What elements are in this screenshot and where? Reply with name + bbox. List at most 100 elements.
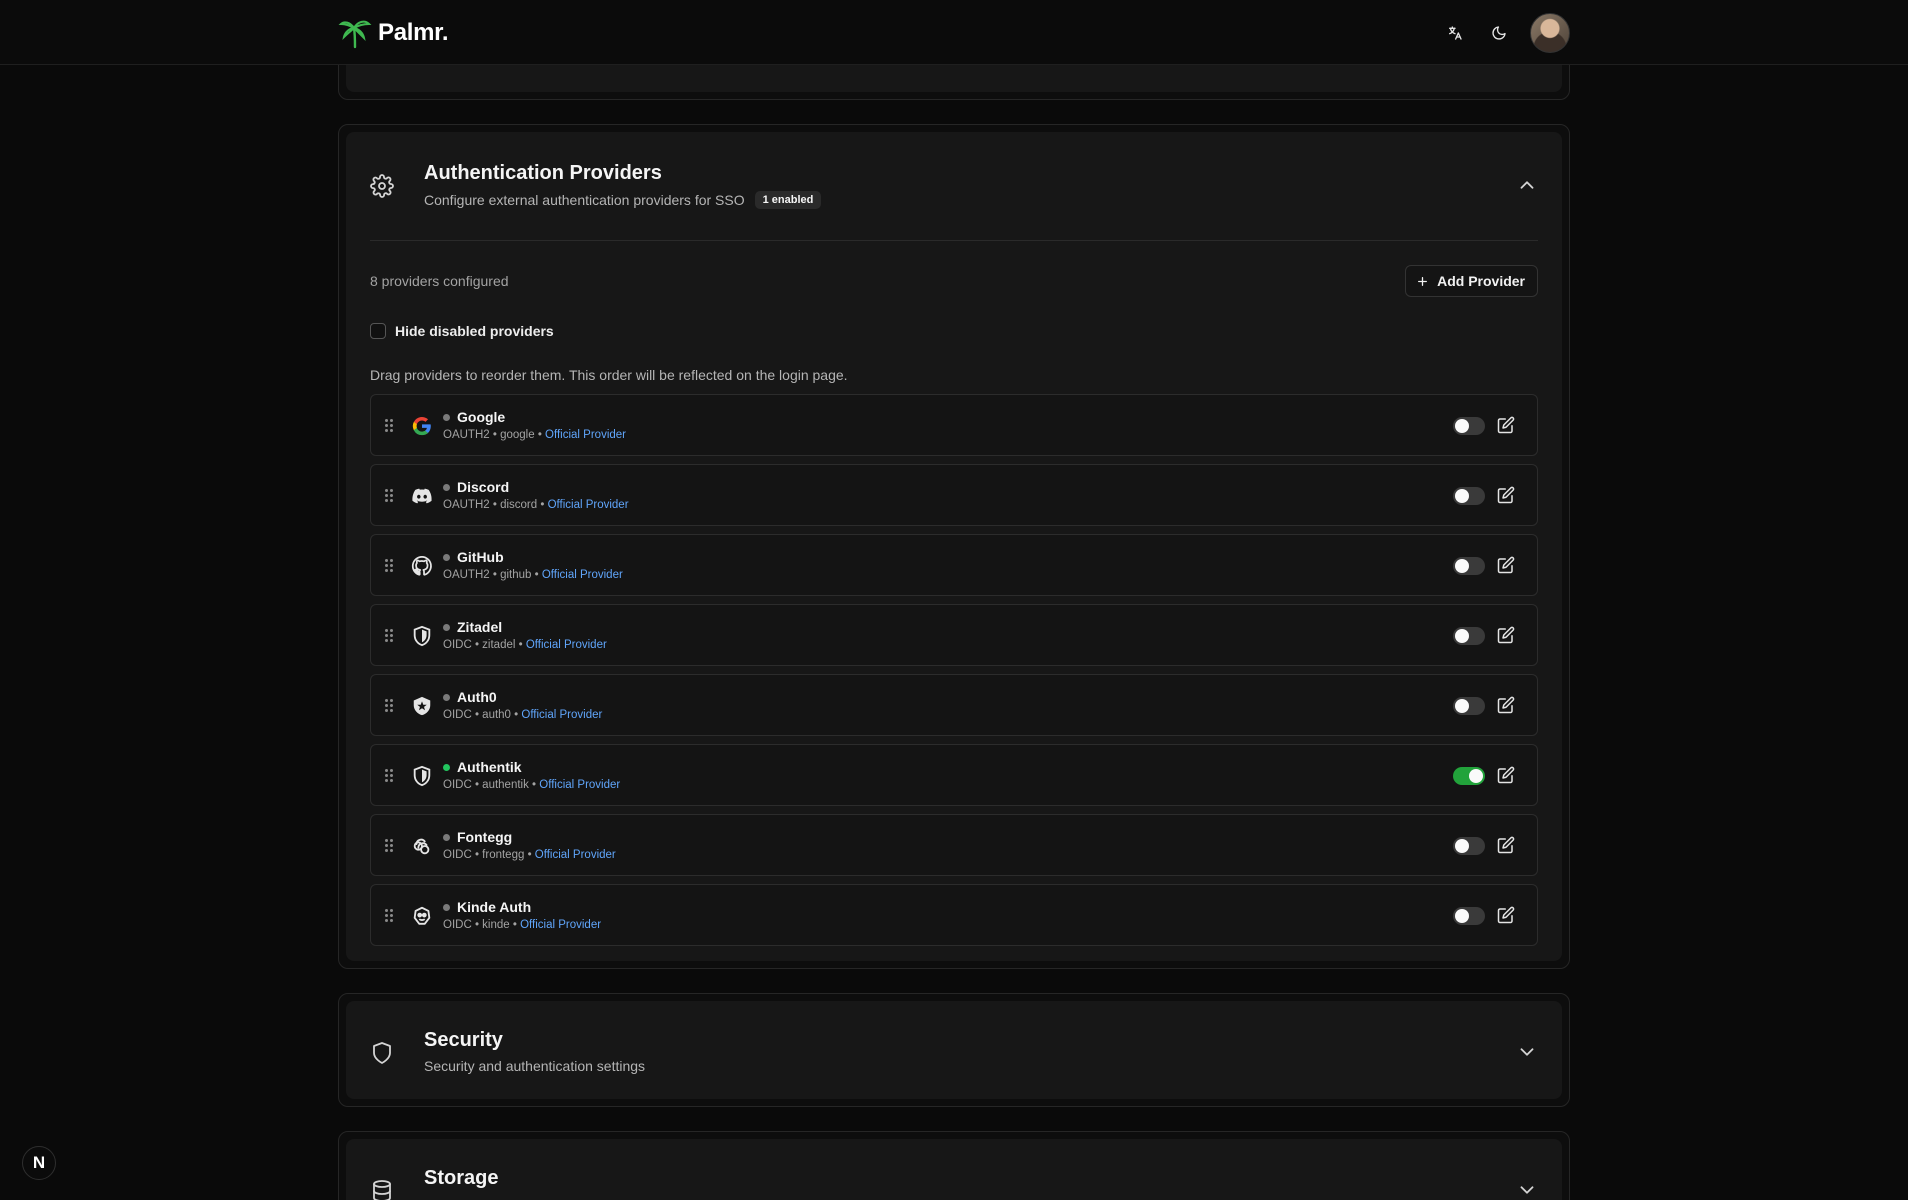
edit-provider-button[interactable] (1497, 556, 1515, 574)
edit-icon (1497, 486, 1515, 504)
provider-meta: OIDC • zitadel • Official Provider (443, 639, 607, 651)
edit-icon (1497, 766, 1515, 784)
gear-icon (370, 174, 394, 198)
provider-slug: google (500, 429, 535, 441)
provider-meta: OAUTH2 • discord • Official Provider (443, 499, 629, 511)
drag-handle-icon[interactable] (385, 487, 395, 505)
security-card-header[interactable]: Security Security and authentication set… (370, 1029, 1538, 1079)
translate-icon (1449, 25, 1462, 40)
app-logo[interactable]: Palmr. (338, 16, 449, 50)
status-dot (443, 413, 450, 421)
add-provider-button[interactable]: Add Provider (1405, 265, 1538, 297)
provider-enable-toggle[interactable] (1453, 697, 1485, 715)
provider-enable-toggle[interactable] (1453, 557, 1485, 575)
user-avatar[interactable] (1530, 12, 1570, 53)
edit-provider-button[interactable] (1497, 486, 1515, 504)
official-provider-link[interactable]: Official Provider (535, 849, 616, 861)
provider-row-frontegg[interactable]: Fontegg OIDC • frontegg • Official Provi… (370, 814, 1538, 876)
official-provider-link[interactable]: Official Provider (542, 569, 623, 581)
provider-slug: github (500, 569, 532, 581)
official-provider-link[interactable]: Official Provider (521, 709, 602, 721)
moon-icon (1492, 25, 1506, 40)
toggle-knob (1455, 909, 1469, 923)
hide-disabled-row: Hide disabled providers (370, 323, 554, 339)
toggle-knob (1455, 419, 1469, 433)
drag-handle-icon[interactable] (385, 837, 395, 855)
drag-handle-icon[interactable] (385, 417, 395, 435)
provider-slug: discord (500, 499, 538, 511)
provider-protocol: OIDC (443, 709, 472, 721)
auth-card-description: Configure external authentication provid… (424, 192, 745, 208)
chevron-up-icon[interactable] (1516, 174, 1538, 196)
official-provider-link[interactable]: Official Provider (545, 429, 626, 441)
hide-disabled-checkbox[interactable] (370, 323, 386, 339)
edit-provider-button[interactable] (1497, 906, 1515, 924)
auth0-icon (411, 695, 433, 717)
reorder-hint: Drag providers to reorder them. This ord… (370, 367, 848, 383)
toggle-knob (1455, 489, 1469, 503)
auth-providers-card: Authentication Providers Configure exter… (338, 124, 1570, 969)
edit-provider-button[interactable] (1497, 766, 1515, 784)
toggle-knob (1455, 699, 1469, 713)
auth-card-header[interactable]: Authentication Providers Configure exter… (370, 162, 1538, 212)
provider-enable-toggle[interactable] (1453, 487, 1485, 505)
provider-protocol: OAUTH2 (443, 499, 490, 511)
provider-name-row: Kinde Auth (443, 899, 601, 915)
drag-handle-icon[interactable] (385, 767, 395, 785)
provider-slug: auth0 (482, 709, 511, 721)
edit-provider-button[interactable] (1497, 416, 1515, 434)
provider-row-github[interactable]: GitHub OAUTH2 • github • Official Provid… (370, 534, 1538, 596)
provider-enable-toggle[interactable] (1453, 767, 1485, 785)
storage-card-heading: Storage (424, 1167, 498, 1190)
drag-handle-icon[interactable] (385, 557, 395, 575)
chevron-down-icon[interactable] (1516, 1179, 1538, 1200)
hide-disabled-label[interactable]: Hide disabled providers (395, 323, 554, 339)
provider-row-discord[interactable]: Discord OAUTH2 • discord • Official Prov… (370, 464, 1538, 526)
drag-handle-icon[interactable] (385, 697, 395, 715)
edit-provider-button[interactable] (1497, 626, 1515, 644)
edit-icon (1497, 696, 1515, 714)
language-button[interactable] (1442, 20, 1468, 46)
discord-icon (411, 485, 433, 507)
theme-toggle-button[interactable] (1486, 20, 1512, 46)
drag-handle-icon[interactable] (385, 627, 395, 645)
provider-enable-toggle[interactable] (1453, 417, 1485, 435)
provider-protocol: OIDC (443, 779, 472, 791)
nextjs-dev-badge[interactable]: N (22, 1146, 56, 1180)
edit-icon (1497, 626, 1515, 644)
provider-info: GitHub OAUTH2 • github • Official Provid… (443, 549, 623, 581)
edit-provider-button[interactable] (1497, 696, 1515, 714)
official-provider-link[interactable]: Official Provider (526, 639, 607, 651)
auth-card-description-row: Configure external authentication provid… (424, 191, 822, 209)
official-provider-link[interactable]: Official Provider (520, 919, 601, 931)
chevron-down-icon[interactable] (1516, 1041, 1538, 1063)
provider-row-google[interactable]: Google OAUTH2 • google • Official Provid… (370, 394, 1538, 456)
provider-protocol: OAUTH2 (443, 429, 490, 441)
security-card-title: Security (424, 1029, 503, 1051)
status-dot (443, 693, 450, 701)
provider-row-authentik[interactable]: Authentik OIDC • authentik • Official Pr… (370, 744, 1538, 806)
toggle-knob (1455, 629, 1469, 643)
status-dot (443, 903, 450, 911)
auth-providers-card-inner: Authentication Providers Configure exter… (346, 132, 1562, 961)
official-provider-link[interactable]: Official Provider (539, 779, 620, 791)
provider-row-kinde[interactable]: Kinde Auth OIDC • kinde • Official Provi… (370, 884, 1538, 946)
provider-row-auth0[interactable]: Auth0 OIDC • auth0 • Official Provider (370, 674, 1538, 736)
github-icon (411, 555, 433, 577)
provider-meta: OAUTH2 • github • Official Provider (443, 569, 623, 581)
provider-info: Kinde Auth OIDC • kinde • Official Provi… (443, 899, 601, 931)
provider-row-zitadel[interactable]: Zitadel OIDC • zitadel • Official Provid… (370, 604, 1538, 666)
provider-info: Google OAUTH2 • google • Official Provid… (443, 409, 626, 441)
edit-provider-button[interactable] (1497, 836, 1515, 854)
edit-icon (1497, 556, 1515, 574)
official-provider-link[interactable]: Official Provider (548, 499, 629, 511)
provider-enable-toggle[interactable] (1453, 907, 1485, 925)
provider-enable-toggle[interactable] (1453, 627, 1485, 645)
storage-card-header[interactable]: Storage (370, 1167, 1538, 1200)
provider-list: Google OAUTH2 • google • Official Provid… (370, 394, 1538, 954)
status-dot (443, 833, 450, 841)
provider-name: Authentik (457, 759, 522, 775)
provider-enable-toggle[interactable] (1453, 837, 1485, 855)
status-dot (443, 623, 450, 631)
drag-handle-icon[interactable] (385, 907, 395, 925)
